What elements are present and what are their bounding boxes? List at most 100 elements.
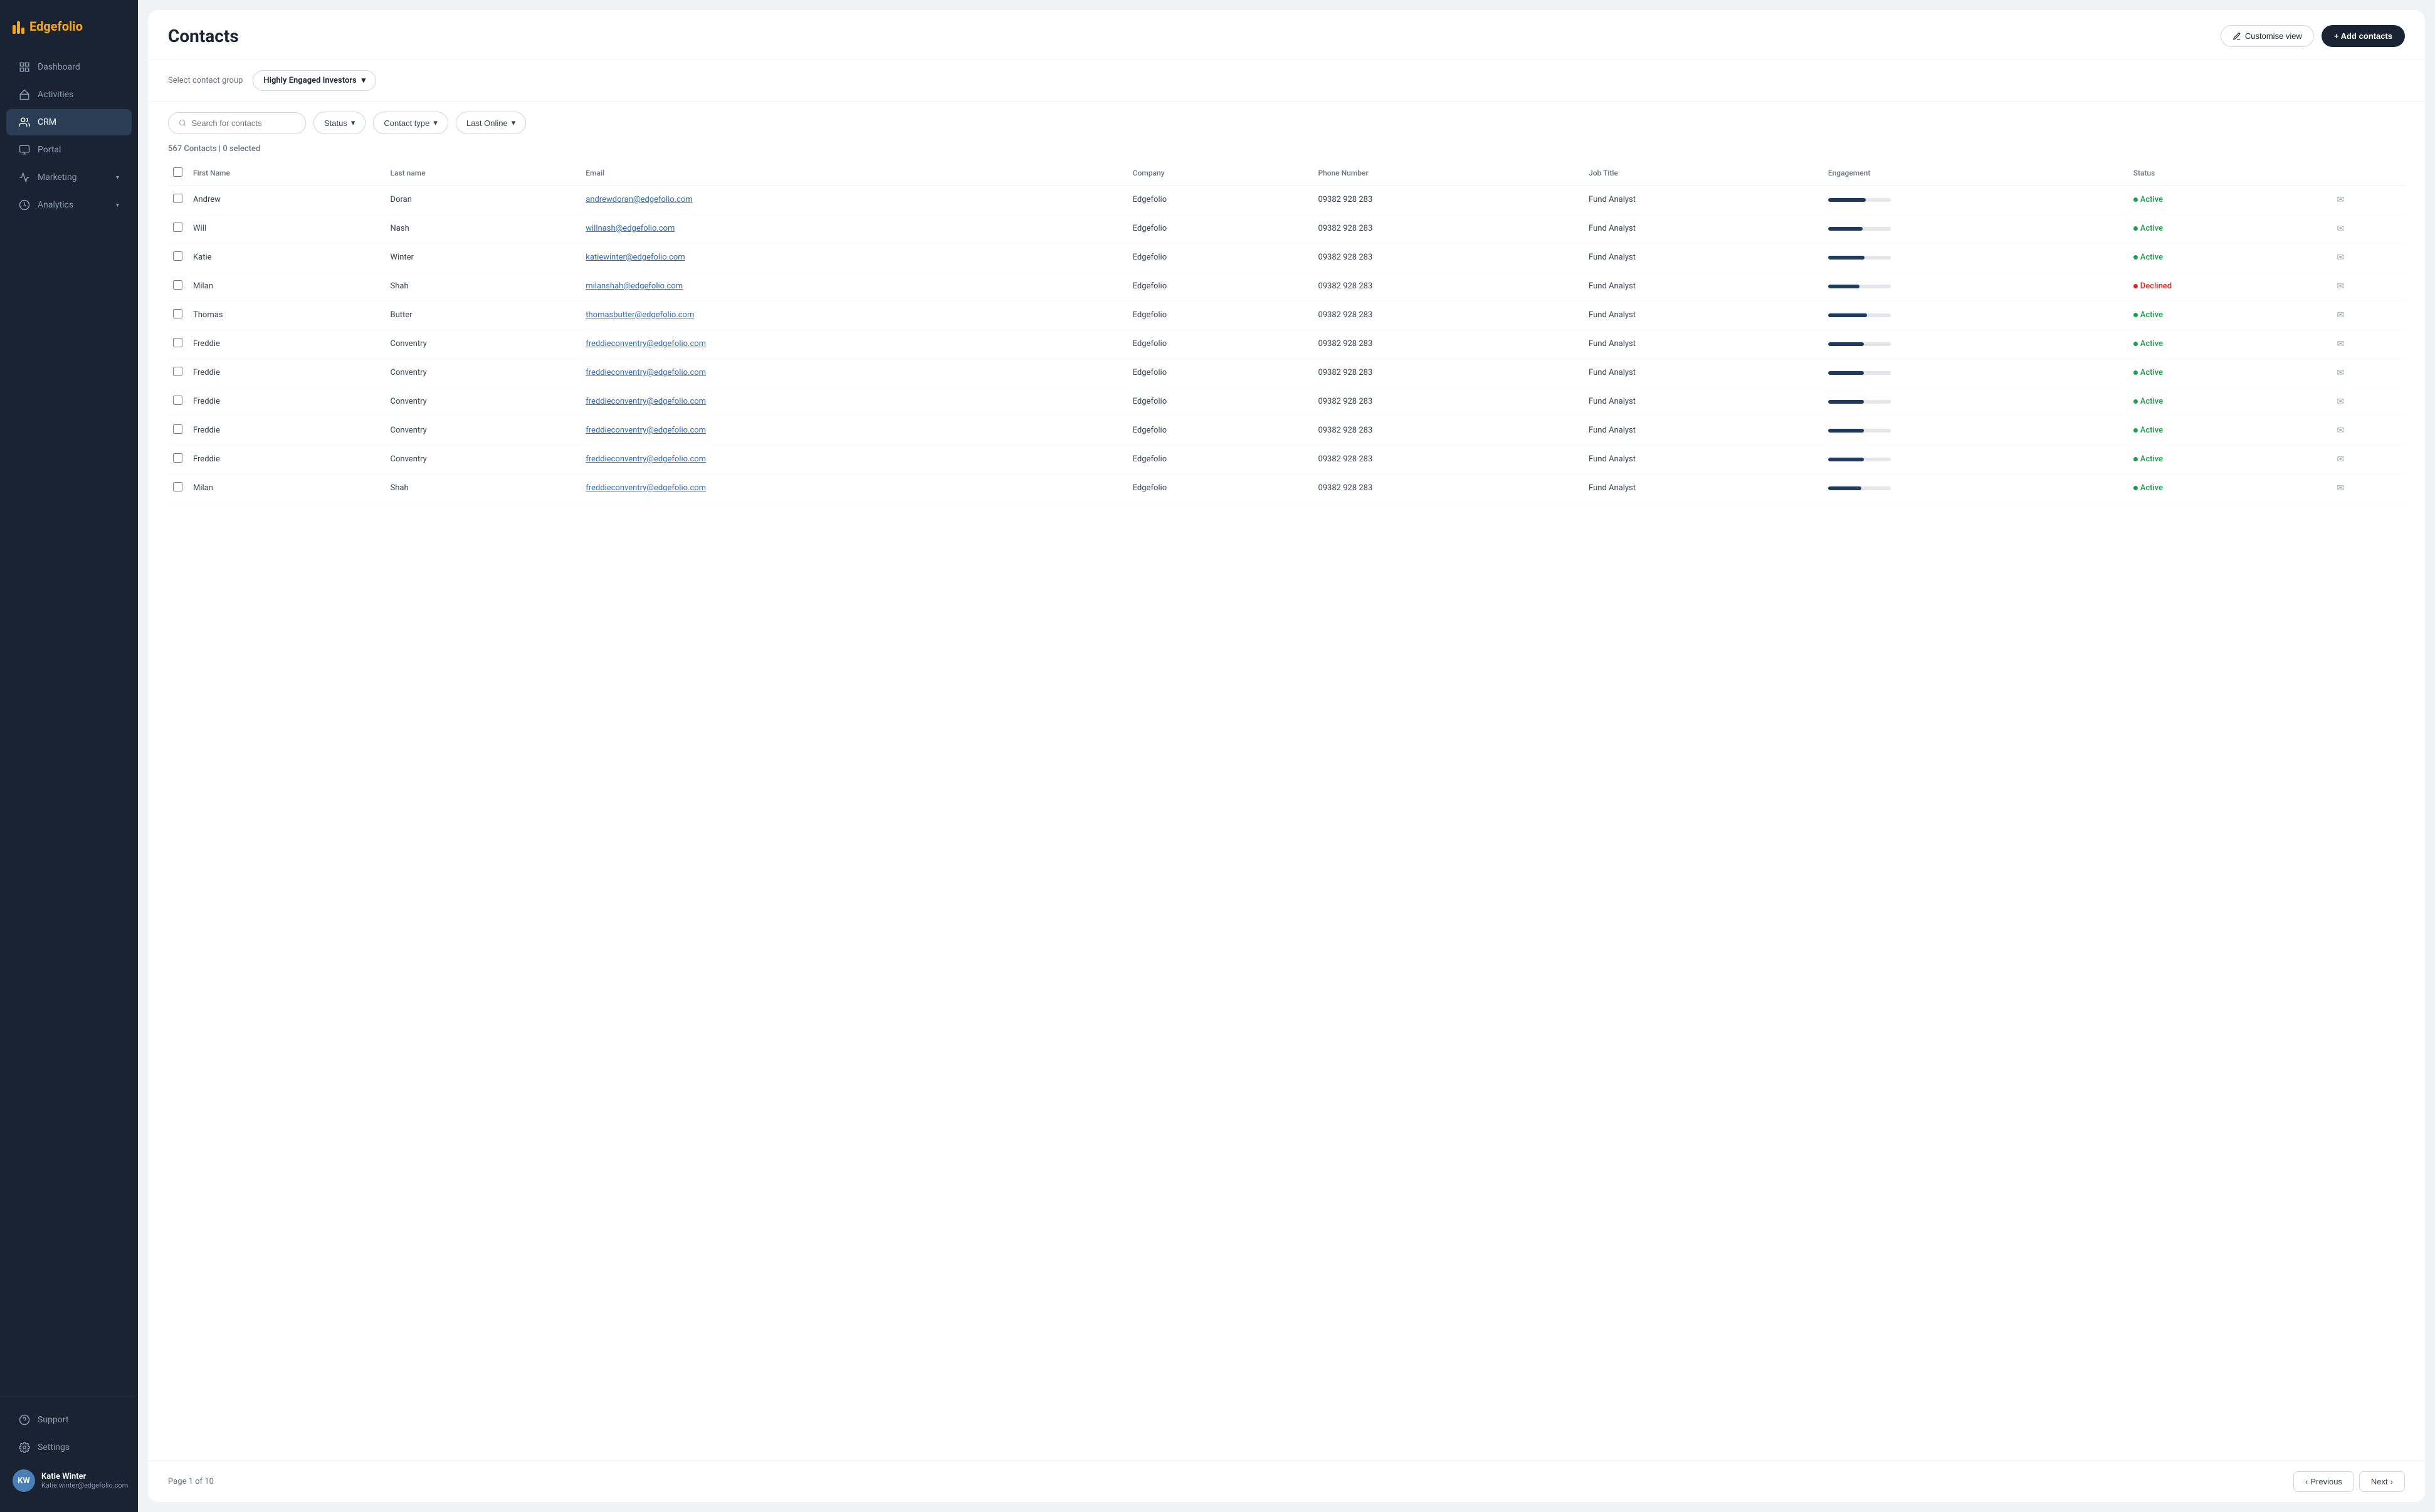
row-checkbox[interactable] — [173, 396, 182, 405]
row-action[interactable]: ✉ — [2332, 301, 2405, 330]
mail-icon[interactable]: ✉ — [2337, 368, 2345, 378]
last-online-filter-label: Last Online — [466, 118, 508, 128]
mail-icon[interactable]: ✉ — [2337, 339, 2345, 349]
row-last-name: Conventry — [386, 330, 581, 359]
row-checkbox-cell[interactable] — [168, 474, 188, 503]
row-checkbox-cell[interactable] — [168, 359, 188, 387]
row-checkbox-cell[interactable] — [168, 301, 188, 330]
row-checkbox[interactable] — [173, 338, 182, 347]
row-email[interactable]: freddieconventry@edgefolio.com — [581, 387, 1127, 416]
row-checkbox-cell[interactable] — [168, 387, 188, 416]
row-email[interactable]: freddieconventry@edgefolio.com — [581, 359, 1127, 387]
mail-icon[interactable]: ✉ — [2337, 224, 2345, 234]
row-action[interactable]: ✉ — [2332, 445, 2405, 474]
row-phone: 09382 928 283 — [1313, 214, 1584, 243]
col-engagement: Engagement — [1823, 161, 2128, 186]
analytics-icon — [19, 199, 30, 211]
sidebar-item-portal[interactable]: Portal — [6, 137, 132, 163]
next-button[interactable]: Next › — [2359, 1471, 2405, 1492]
row-email[interactable]: freddieconventry@edgefolio.com — [581, 474, 1127, 503]
sidebar: Edgefolio Dashboard Activities CRM Porta… — [0, 0, 138, 1512]
sidebar-item-crm[interactable]: CRM — [6, 109, 132, 135]
status-text: Active — [2140, 310, 2163, 320]
row-checkbox-cell[interactable] — [168, 243, 188, 272]
row-action[interactable]: ✉ — [2332, 330, 2405, 359]
sidebar-item-dashboard[interactable]: Dashboard — [6, 54, 132, 80]
mail-icon[interactable]: ✉ — [2337, 454, 2345, 465]
sidebar-label-settings: Settings — [38, 1442, 70, 1452]
row-action[interactable]: ✉ — [2332, 214, 2405, 243]
row-checkbox-cell[interactable] — [168, 330, 188, 359]
row-action[interactable]: ✉ — [2332, 272, 2405, 301]
mail-icon[interactable]: ✉ — [2337, 310, 2345, 320]
row-action[interactable]: ✉ — [2332, 243, 2405, 272]
mail-icon[interactable]: ✉ — [2337, 426, 2345, 436]
row-checkbox-cell[interactable] — [168, 214, 188, 243]
add-contacts-button[interactable]: + Add contacts — [2322, 25, 2405, 47]
row-email[interactable]: andrewdoran@edgefolio.com — [581, 186, 1127, 214]
sidebar-label-crm: CRM — [38, 117, 56, 127]
pagination: Page 1 of 10 ‹ Previous Next › — [148, 1461, 2425, 1502]
sidebar-item-support[interactable]: Support — [6, 1407, 132, 1433]
sidebar-item-activities[interactable]: Activities — [6, 81, 132, 108]
row-company: Edgefolio — [1128, 330, 1313, 359]
sidebar-label-support: Support — [38, 1415, 68, 1425]
sidebar-item-analytics[interactable]: Analytics ▾ — [6, 192, 132, 218]
search-icon — [179, 118, 186, 127]
row-checkbox-cell[interactable] — [168, 445, 188, 474]
mail-icon[interactable]: ✉ — [2337, 397, 2345, 407]
last-online-filter-button[interactable]: Last Online ▾ — [456, 112, 526, 134]
prev-button[interactable]: ‹ Previous — [2293, 1471, 2354, 1492]
row-action[interactable]: ✉ — [2332, 359, 2405, 387]
row-company: Edgefolio — [1128, 387, 1313, 416]
row-first-name: Thomas — [188, 301, 386, 330]
status-filter-button[interactable]: Status ▾ — [313, 112, 366, 134]
group-dropdown[interactable]: Highly Engaged Investors ▾ — [253, 70, 376, 91]
row-engagement — [1823, 330, 2128, 359]
user-profile[interactable]: KW Katie Winter Katie.winter@edgefolio.c… — [0, 1462, 138, 1499]
mail-icon[interactable]: ✉ — [2337, 281, 2345, 291]
row-checkbox[interactable] — [173, 251, 182, 261]
row-checkbox[interactable] — [173, 424, 182, 434]
marketing-icon — [19, 172, 30, 183]
row-email[interactable]: freddieconventry@edgefolio.com — [581, 416, 1127, 445]
row-action[interactable]: ✉ — [2332, 186, 2405, 214]
mail-icon[interactable]: ✉ — [2337, 483, 2345, 493]
row-checkbox[interactable] — [173, 194, 182, 203]
row-checkbox[interactable] — [173, 280, 182, 290]
row-checkbox[interactable] — [173, 367, 182, 376]
customise-view-button[interactable]: Customise view — [2221, 25, 2314, 47]
mail-icon[interactable]: ✉ — [2337, 195, 2345, 205]
row-email[interactable]: freddieconventry@edgefolio.com — [581, 445, 1127, 474]
contact-type-filter-button[interactable]: Contact type ▾ — [373, 112, 448, 134]
row-email[interactable]: milanshah@edgefolio.com — [581, 272, 1127, 301]
mail-icon[interactable]: ✉ — [2337, 253, 2345, 263]
row-checkbox[interactable] — [173, 309, 182, 318]
row-checkbox[interactable] — [173, 482, 182, 491]
row-action[interactable]: ✉ — [2332, 387, 2405, 416]
row-job-title: Fund Analyst — [1584, 387, 1823, 416]
row-engagement — [1823, 272, 2128, 301]
row-email[interactable]: katiewinter@edgefolio.com — [581, 243, 1127, 272]
row-checkbox-cell[interactable] — [168, 416, 188, 445]
select-all-checkbox[interactable] — [173, 167, 182, 177]
search-input-wrap[interactable] — [168, 112, 306, 134]
sidebar-bottom: Support Settings KW Katie Winter Katie.w… — [0, 1395, 138, 1499]
row-email[interactable]: thomasbutter@edgefolio.com — [581, 301, 1127, 330]
row-email[interactable]: willnash@edgefolio.com — [581, 214, 1127, 243]
row-email[interactable]: freddieconventry@edgefolio.com — [581, 330, 1127, 359]
user-email: Katie.winter@edgefolio.com — [41, 1481, 128, 1489]
logo-icon — [13, 19, 24, 34]
row-checkbox[interactable] — [173, 453, 182, 463]
row-checkbox-cell[interactable] — [168, 272, 188, 301]
row-action[interactable]: ✉ — [2332, 416, 2405, 445]
sidebar-item-marketing[interactable]: Marketing ▾ — [6, 164, 132, 191]
dashboard-icon — [19, 61, 30, 73]
search-input[interactable] — [191, 118, 295, 128]
row-checkbox[interactable] — [173, 223, 182, 232]
main-content: Contacts Customise view + Add contacts S… — [138, 0, 2435, 1512]
row-checkbox-cell[interactable] — [168, 186, 188, 214]
sidebar-item-settings[interactable]: Settings — [6, 1434, 132, 1461]
row-action[interactable]: ✉ — [2332, 474, 2405, 503]
row-job-title: Fund Analyst — [1584, 330, 1823, 359]
